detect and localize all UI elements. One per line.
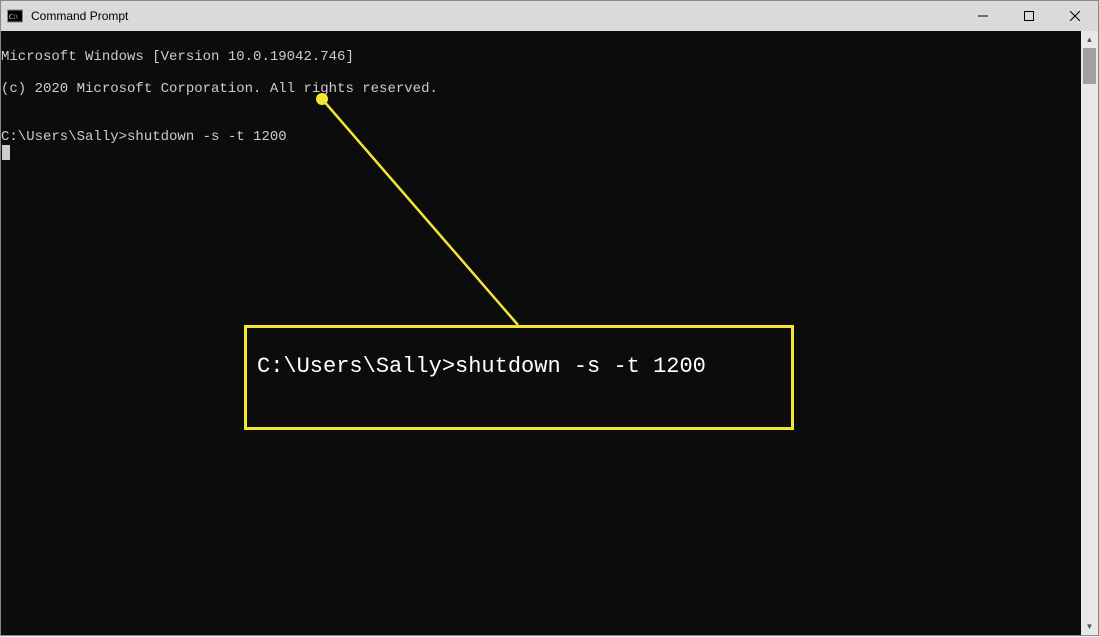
terminal-area[interactable]: Microsoft Windows [Version 10.0.19042.74… bbox=[1, 31, 1098, 635]
maximize-button[interactable] bbox=[1006, 1, 1052, 31]
terminal-output: Microsoft Windows [Version 10.0.19042.74… bbox=[1, 31, 1081, 635]
window-title: Command Prompt bbox=[31, 9, 960, 23]
terminal-line: Microsoft Windows [Version 10.0.19042.74… bbox=[1, 49, 1081, 65]
scroll-up-icon[interactable]: ▲ bbox=[1081, 31, 1098, 48]
scroll-thumb[interactable] bbox=[1083, 48, 1096, 84]
titlebar[interactable]: C:\ Command Prompt bbox=[1, 1, 1098, 31]
terminal-line: (c) 2020 Microsoft Corporation. All righ… bbox=[1, 81, 1081, 97]
close-button[interactable] bbox=[1052, 1, 1098, 31]
cmd-icon: C:\ bbox=[7, 8, 23, 24]
minimize-button[interactable] bbox=[960, 1, 1006, 31]
svg-text:C:\: C:\ bbox=[9, 13, 18, 21]
scroll-down-icon[interactable]: ▼ bbox=[1081, 618, 1098, 635]
window-controls bbox=[960, 1, 1098, 31]
command-prompt-window: C:\ Command Prompt Microsoft Windows [Ve… bbox=[0, 0, 1099, 636]
terminal-prompt-line: C:\Users\Sally>shutdown -s -t 1200 bbox=[1, 129, 1081, 160]
cursor bbox=[2, 145, 10, 160]
vertical-scrollbar[interactable]: ▲ ▼ bbox=[1081, 31, 1098, 635]
